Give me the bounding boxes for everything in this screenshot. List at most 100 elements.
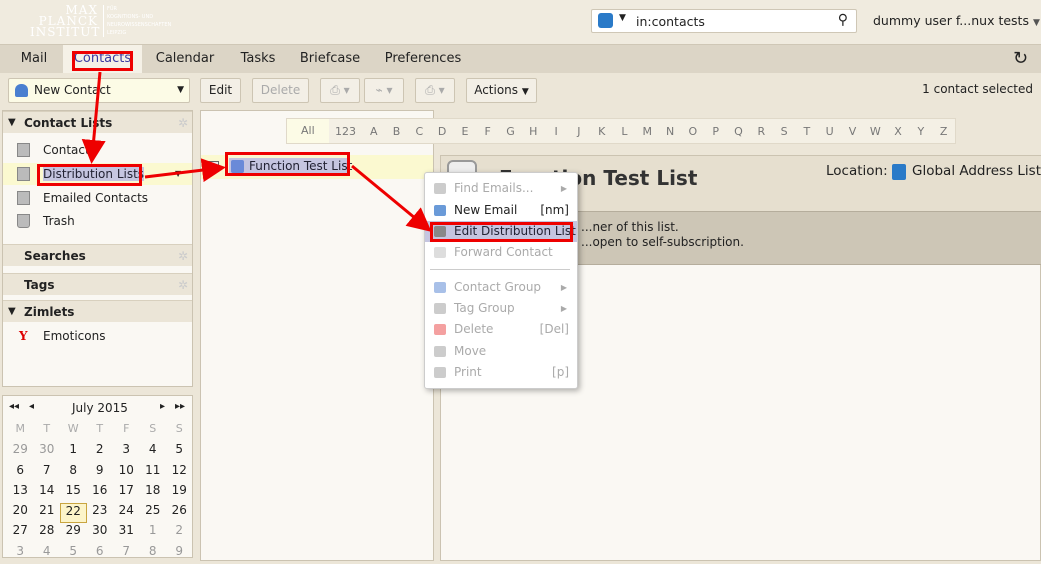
alphabet-filter-x[interactable]: X — [887, 125, 910, 138]
calendar-day[interactable]: 2 — [87, 442, 114, 462]
calendar-day[interactable]: 16 — [87, 483, 114, 503]
alphabet-filter-l[interactable]: L — [613, 125, 636, 138]
alphabet-filter-all[interactable]: All — [287, 119, 329, 143]
chevron-down-icon[interactable]: ▼ — [1033, 18, 1040, 28]
zimlets-header[interactable]: ▼ Zimlets — [3, 300, 192, 322]
calendar-month[interactable]: July 2015 — [72, 401, 128, 415]
menu-item-forward-contact[interactable]: Forward Contact — [425, 242, 577, 263]
tab-tasks[interactable]: Tasks — [235, 45, 281, 73]
calendar-day[interactable]: 9 — [87, 463, 114, 483]
alphabet-filter-g[interactable]: G — [499, 125, 522, 138]
alphabet-filter-v[interactable]: V — [841, 125, 864, 138]
sidebar-item-emailed-contacts[interactable]: Emailed Contacts — [3, 187, 192, 209]
search-input[interactable]: ▼ in:contacts ⚲ — [591, 9, 857, 33]
calendar-day[interactable]: 3 — [113, 442, 140, 462]
alphabet-filter-f[interactable]: F — [476, 125, 499, 138]
calendar-day[interactable]: 2 — [166, 523, 193, 543]
alphabet-filter-u[interactable]: U — [818, 125, 841, 138]
alphabet-filter-r[interactable]: R — [750, 125, 773, 138]
sidebar-item-trash[interactable]: Trash — [3, 210, 192, 232]
alphabet-filter-k[interactable]: K — [590, 125, 613, 138]
searches-header[interactable]: Searches ✲ — [3, 244, 192, 266]
calendar-day[interactable]: 21 — [34, 503, 61, 523]
alphabet-filter-z[interactable]: Z — [932, 125, 955, 138]
alphabet-filter-p[interactable]: P — [704, 125, 727, 138]
chevron-down-icon[interactable]: ▼ — [175, 163, 181, 185]
alphabet-filter-m[interactable]: M — [636, 125, 659, 138]
search-scope-icon[interactable] — [598, 13, 613, 28]
alphabet-filter-n[interactable]: N — [659, 125, 682, 138]
calendar-day[interactable]: 25 — [140, 503, 167, 523]
print-button[interactable]: ⎙ ▾ — [415, 78, 455, 103]
chevron-down-icon[interactable]: ▼ — [619, 13, 626, 23]
calendar-day[interactable]: 29 — [60, 523, 87, 543]
tab-briefcase[interactable]: Briefcase — [297, 45, 363, 73]
calendar-day[interactable]: 30 — [34, 442, 61, 462]
menu-item-find-emails[interactable]: Find Emails... ▶ — [425, 178, 577, 199]
actions-button[interactable]: Actions ▼ — [466, 78, 537, 103]
calendar-day[interactable]: 31 — [113, 523, 140, 543]
edit-button[interactable]: Edit — [200, 78, 241, 103]
collapse-icon[interactable]: ▼ — [8, 301, 16, 323]
alphabet-filter-d[interactable]: D — [431, 125, 454, 138]
alphabet-filter-123[interactable]: 123 — [329, 125, 363, 138]
sidebar-item-contacts[interactable]: Contacts — [3, 139, 192, 161]
calendar-day[interactable]: 1 — [140, 523, 167, 543]
user-name[interactable]: dummy user f...nux tests — [873, 13, 1029, 28]
calendar-day[interactable]: 13 — [7, 483, 34, 503]
alphabet-filter-q[interactable]: Q — [727, 125, 750, 138]
collapse-icon[interactable]: ▼ — [8, 112, 16, 134]
move-button[interactable]: ⎙ ▾ — [320, 78, 360, 103]
alphabet-filter-t[interactable]: T — [795, 125, 818, 138]
calendar-day[interactable]: 30 — [87, 523, 114, 543]
prev-month-icon[interactable]: ◂ — [29, 401, 34, 412]
gear-icon[interactable]: ✲ — [178, 245, 188, 267]
calendar-day[interactable]: 11 — [140, 463, 167, 483]
alphabet-filter-y[interactable]: Y — [909, 125, 932, 138]
gear-icon[interactable]: ✲ — [178, 112, 188, 134]
alphabet-filter-j[interactable]: J — [568, 125, 591, 138]
chevron-down-icon[interactable]: ▼ — [177, 79, 184, 102]
calendar-day[interactable]: 10 — [113, 463, 140, 483]
calendar-day[interactable]: 29 — [7, 442, 34, 462]
alphabet-filter-s[interactable]: S — [773, 125, 796, 138]
calendar-day[interactable]: 1 — [60, 442, 87, 462]
alphabet-filter-o[interactable]: O — [681, 125, 704, 138]
calendar-day[interactable]: 4 — [140, 442, 167, 462]
menu-item-new-email[interactable]: New Email [nm] — [425, 200, 577, 221]
calendar-day[interactable]: 12 — [166, 463, 193, 483]
calendar-day[interactable]: 14 — [34, 483, 61, 503]
gear-icon[interactable]: ✲ — [178, 274, 188, 296]
new-contact-button[interactable]: New Contact ▼ — [8, 78, 190, 103]
alphabet-filter-e[interactable]: E — [454, 125, 477, 138]
tab-mail[interactable]: Mail — [8, 45, 60, 73]
tags-header[interactable]: Tags ✲ — [3, 273, 192, 295]
calendar-day[interactable]: 18 — [140, 483, 167, 503]
next-month-icon[interactable]: ▸ — [160, 401, 165, 412]
calendar-day[interactable]: 24 — [113, 503, 140, 523]
tab-preferences[interactable]: Preferences — [382, 45, 464, 73]
calendar-day[interactable]: 15 — [60, 483, 87, 503]
alphabet-filter-i[interactable]: I — [545, 125, 568, 138]
checkbox[interactable] — [207, 161, 219, 172]
tag-button[interactable]: ⌁ ▾ — [364, 78, 404, 103]
contact-lists-header[interactable]: ▼ Contact Lists ✲ — [3, 111, 192, 133]
alphabet-filter-w[interactable]: W — [864, 125, 887, 138]
menu-item-print[interactable]: Print [p] — [425, 362, 577, 383]
menu-item-tag-group[interactable]: Tag Group ▶ — [425, 298, 577, 319]
refresh-icon[interactable]: ↻ — [1008, 45, 1033, 73]
calendar-day[interactable]: 27 — [7, 523, 34, 543]
search-value[interactable]: in:contacts — [636, 14, 705, 29]
menu-item-contact-group[interactable]: Contact Group ▶ — [425, 277, 577, 298]
menu-item-move[interactable]: Move — [425, 341, 577, 362]
alphabet-filter-c[interactable]: C — [408, 125, 431, 138]
search-icon[interactable]: ⚲ — [838, 12, 848, 28]
prev-year-icon[interactable]: ◂◂ — [9, 401, 19, 412]
next-year-icon[interactable]: ▸▸ — [175, 401, 185, 412]
user-menu[interactable]: dummy user f...nux tests ▼ — [873, 13, 1040, 28]
calendar-day[interactable]: 26 — [166, 503, 193, 523]
calendar-day[interactable]: 6 — [7, 463, 34, 483]
alphabet-filter-a[interactable]: A — [362, 125, 385, 138]
calendar-day[interactable]: 8 — [60, 463, 87, 483]
sidebar-item-emoticons[interactable]: Y Emoticons — [3, 325, 192, 347]
